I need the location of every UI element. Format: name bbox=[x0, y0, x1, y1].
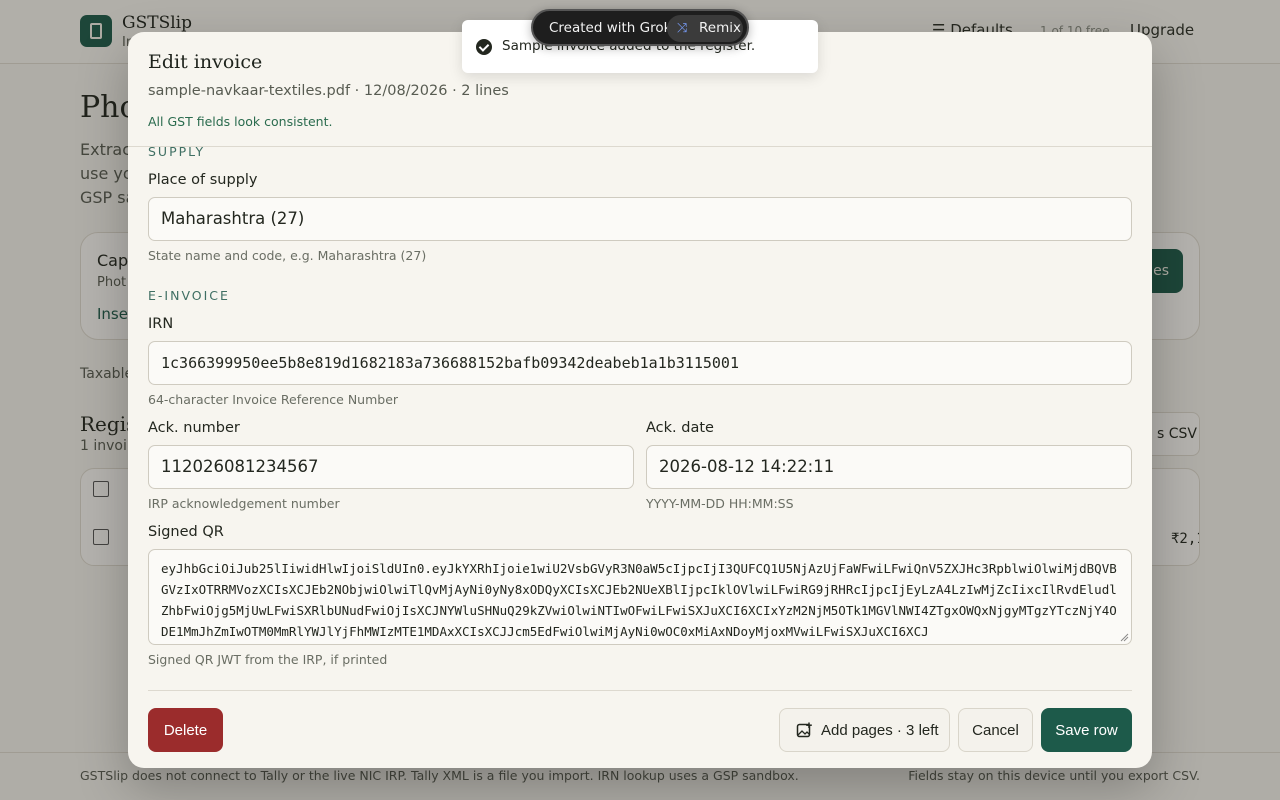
place-of-supply-hint: State name and code, e.g. Maharashtra (2… bbox=[148, 248, 427, 263]
validation-status: All GST fields look consistent. bbox=[148, 114, 333, 129]
remix-label: Remix bbox=[699, 20, 741, 36]
ack-number-input[interactable]: 112026081234567 bbox=[148, 445, 634, 489]
edit-invoice-dialog: Edit invoice sample-navkaar-textiles.pdf… bbox=[128, 32, 1152, 768]
supply-section-label: SUPPLY bbox=[148, 147, 206, 159]
irn-input[interactable]: 1c366399950ee5b8e819d1682183a736688152ba… bbox=[148, 341, 1132, 385]
add-pages-button[interactable]: Add pages · 3 left bbox=[779, 708, 950, 752]
dialog-scroll-area[interactable]: SUPPLY Place of supply Maharashtra (27) … bbox=[128, 147, 1152, 687]
grok-badge: Created with Grok ⤨ Remix bbox=[531, 9, 749, 46]
place-of-supply-input[interactable]: Maharashtra (27) bbox=[148, 197, 1132, 241]
ack-number-hint: IRP acknowledgement number bbox=[148, 496, 340, 511]
dialog-title: Edit invoice bbox=[148, 51, 263, 73]
ack-date-input[interactable]: 2026-08-12 14:22:11 bbox=[646, 445, 1132, 489]
signed-qr-value: eyJhbGciOiJub25lIiwidHlwIjoiSldUIn0.eyJk… bbox=[161, 561, 1117, 639]
check-circle-icon bbox=[476, 39, 492, 55]
delete-button[interactable]: Delete bbox=[148, 708, 223, 752]
signed-qr-label: Signed QR bbox=[148, 524, 224, 540]
signed-qr-hint: Signed QR JWT from the IRP, if printed bbox=[148, 652, 388, 667]
shuffle-icon: ⤨ bbox=[677, 21, 688, 36]
dialog-footer: Delete Add pages · 3 left Cancel Save ro… bbox=[148, 690, 1132, 768]
ack-number-label: Ack. number bbox=[148, 420, 240, 436]
irn-hint: 64-character Invoice Reference Number bbox=[148, 392, 399, 407]
remix-button[interactable]: ⤨ Remix bbox=[667, 15, 743, 42]
resize-grip-icon[interactable] bbox=[1119, 632, 1129, 642]
add-pages-label: Add pages · 3 left bbox=[821, 721, 939, 739]
save-row-button[interactable]: Save row bbox=[1041, 708, 1132, 752]
signed-qr-textarea[interactable]: eyJhbGciOiJub25lIiwidHlwIjoiSldUIn0.eyJk… bbox=[148, 549, 1132, 645]
ack-date-hint: YYYY-MM-DD HH:MM:SS bbox=[646, 496, 794, 511]
grok-badge-text: Created with Grok bbox=[549, 20, 672, 36]
ack-date-label: Ack. date bbox=[646, 420, 714, 436]
add-image-icon bbox=[796, 722, 812, 737]
irn-label: IRN bbox=[148, 316, 174, 332]
invoice-meta: sample-navkaar-textiles.pdf · 12/08/2026… bbox=[148, 83, 509, 99]
cancel-button[interactable]: Cancel bbox=[958, 708, 1033, 752]
place-of-supply-label: Place of supply bbox=[148, 172, 258, 188]
einvoice-section-label: E-INVOICE bbox=[148, 288, 230, 303]
